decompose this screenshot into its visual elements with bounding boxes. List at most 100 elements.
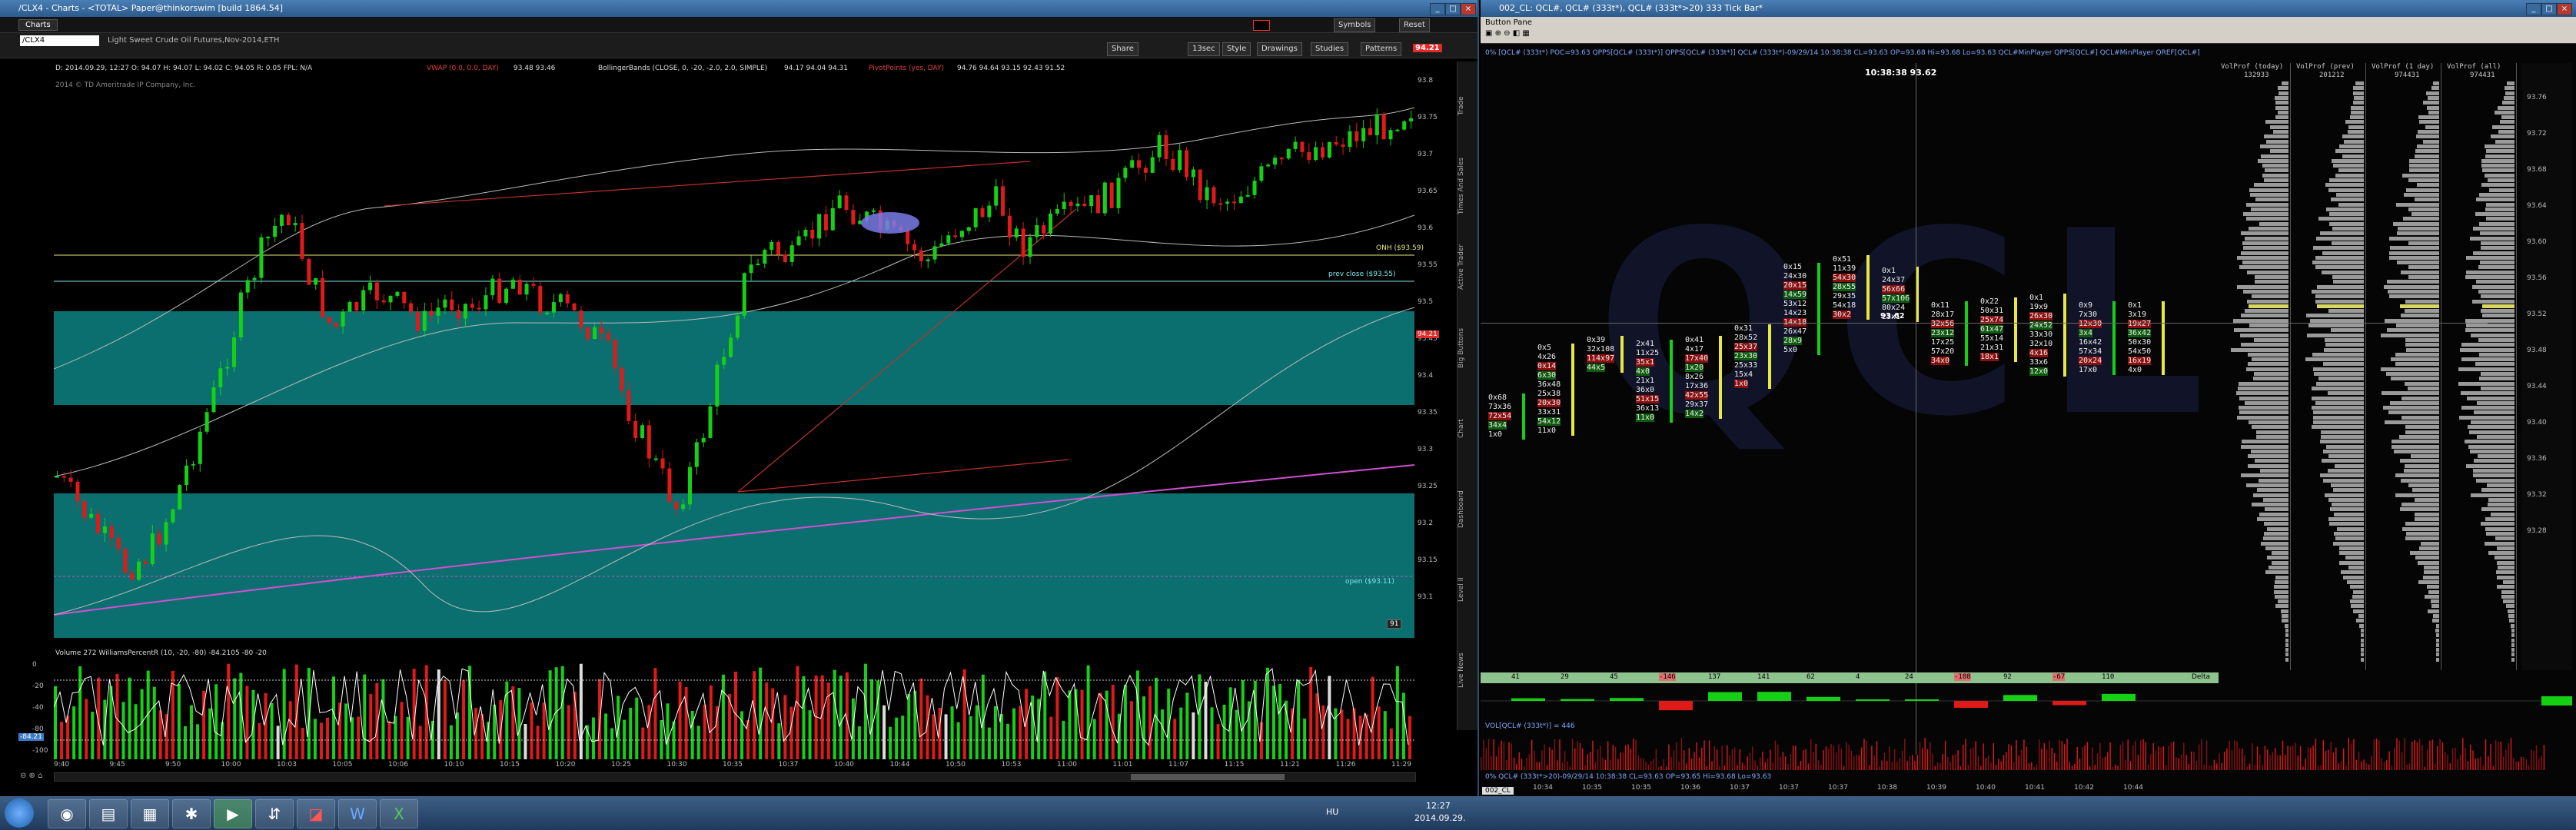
- fp-time-axis: 10:34 10:35 10:35 10:36 10:37 10:37 10:37 10:38…: [1481, 784, 2572, 793]
- color-swatch[interactable]: [1253, 20, 1270, 31]
- scroll-thumb[interactable]: [1131, 774, 1285, 780]
- charts-titlebar[interactable]: /CLX4 - Charts - <TOTAL> Paper@thinkorsw…: [0, 0, 1477, 17]
- start-orb-icon[interactable]: [5, 798, 34, 828]
- excel-icon[interactable]: X: [380, 799, 418, 828]
- patterns-button[interactable]: Patterns: [1361, 42, 1402, 56]
- chart-scrollbar[interactable]: [54, 772, 1416, 782]
- files-icon[interactable]: ▦: [131, 799, 169, 828]
- app-icon[interactable]: ✱: [172, 799, 211, 828]
- volprof-bar: [2470, 420, 2515, 424]
- clock-time[interactable]: 12:27: [1426, 801, 1451, 811]
- chrome-icon[interactable]: ◉: [48, 799, 86, 828]
- symbol-input[interactable]: /CLX4: [20, 35, 99, 46]
- side-tab[interactable]: Times And Sales: [1458, 150, 1474, 223]
- side-tab[interactable]: Trade: [1458, 69, 1474, 142]
- volprof-bar: [2242, 212, 2288, 217]
- candle-body: [1409, 118, 1414, 121]
- volprof-bar: [2333, 531, 2364, 536]
- style-button[interactable]: Style: [1222, 42, 1251, 56]
- volprof-bar: [2275, 575, 2288, 579]
- language-indicator[interactable]: HU: [1326, 807, 1338, 817]
- time-axis: 9:40 9:45 9:50 10:00 10:03 10:05 10:06 10:10 10:…: [54, 761, 1414, 770]
- fp-volume-bar: [2201, 739, 2202, 770]
- thinkorswim-icon[interactable]: ▶: [214, 799, 252, 828]
- fp-close-button[interactable]: ×: [2557, 3, 2572, 15]
- tab-row: Charts Symbols Reset: [0, 17, 1477, 33]
- price-chart[interactable]: [54, 77, 1414, 638]
- candle-body: [1116, 178, 1121, 208]
- volprof-bar: [2269, 149, 2288, 154]
- volprof-bar: [2475, 212, 2515, 217]
- clock-date[interactable]: 2014.09.29.: [1414, 813, 1465, 823]
- volprof-bar: [2408, 275, 2439, 279]
- tab-charts[interactable]: Charts: [18, 19, 58, 31]
- fp-volume-bar: [1538, 762, 1541, 770]
- footprint-cell: 4x16: [2029, 349, 2049, 357]
- side-tab[interactable]: Chart: [1458, 392, 1474, 465]
- volume-bar: [647, 705, 651, 759]
- fp-volume-bar: [1764, 762, 1766, 770]
- footprint-cell: 114x97: [1587, 354, 1615, 363]
- fp-maximize-button[interactable]: □: [2541, 3, 2557, 15]
- candle-body: [334, 322, 338, 327]
- fp-volume-bar: [2320, 765, 2322, 770]
- side-tab[interactable]: Big Buttons: [1458, 311, 1474, 384]
- volprof-bar: [2361, 642, 2364, 647]
- fp-tool-buttons[interactable]: ▣ ⊕ ⊖ ◧ ▦: [1485, 29, 1530, 38]
- footprint-cell: 54x12: [1537, 417, 1561, 426]
- fp-volume-bar: [2538, 759, 2540, 770]
- fp-volume-bar: [1544, 744, 1545, 770]
- footprint-titlebar[interactable]: 002_CL: QCL#, QCL# (333t*), QCL# (333t*>…: [1481, 0, 2576, 17]
- footprint-grid[interactable]: 0x68 73x36 72x54 34x4 1x0 0x5 4x26 0x14 6x30 36x4…: [1481, 63, 2219, 670]
- volprof-bar: [2353, 101, 2364, 105]
- explorer-icon[interactable]: ▤: [89, 799, 128, 828]
- volume-bar: [351, 717, 354, 759]
- volume-bar: [919, 678, 923, 759]
- fp-volume-bar: [1747, 756, 1748, 770]
- close-button[interactable]: ×: [1461, 3, 1476, 15]
- side-tab[interactable]: Dashboard: [1458, 473, 1474, 546]
- volume-bar: [511, 686, 515, 759]
- word-icon[interactable]: W: [338, 799, 377, 828]
- candle-body: [735, 315, 740, 338]
- fp-minimize-button[interactable]: _: [2526, 3, 2541, 15]
- candle-body: [130, 573, 135, 580]
- fp-volume-bar: [2398, 740, 2400, 770]
- volprof-bar: [2278, 86, 2288, 91]
- studies-button[interactable]: Studies: [1311, 42, 1349, 56]
- red-app-icon[interactable]: ◪: [297, 799, 335, 828]
- tab-002-cl[interactable]: 002_CL: [1482, 787, 1514, 795]
- fp-volume-bar: [1528, 753, 1531, 770]
- fp-volume-bar: [2348, 738, 2349, 770]
- volume-bar: [635, 697, 639, 759]
- volprof-header: VolProf (all): [2447, 63, 2501, 71]
- footprint-cell: 20x15: [1783, 281, 1807, 290]
- minimize-button[interactable]: _: [1430, 3, 1445, 15]
- fp-volume-bar: [2259, 754, 2261, 770]
- fp-volume-bar: [2355, 759, 2357, 770]
- zoom-controls[interactable]: ⊖ ⊕ ⌂: [20, 772, 42, 780]
- fp-volume-bar: [1551, 749, 1553, 770]
- volprof-bar: [2246, 270, 2288, 274]
- side-tab[interactable]: Active Trader: [1458, 231, 1474, 304]
- footprint-cell: 4x17: [1685, 345, 1704, 354]
- side-tab[interactable]: Level II: [1458, 553, 1474, 626]
- volprof-bar: [2334, 463, 2364, 468]
- share-button[interactable]: Share: [1107, 42, 1138, 56]
- reset-button[interactable]: Reset: [1399, 18, 1430, 32]
- drawings-button[interactable]: Drawings: [1257, 42, 1302, 56]
- side-tab[interactable]: Live News: [1458, 634, 1474, 707]
- volume-williams-chart[interactable]: [54, 661, 1414, 759]
- arrow-app-icon[interactable]: ⇵: [255, 799, 294, 828]
- candle-body: [402, 291, 407, 304]
- volprof-bar: [2484, 541, 2515, 546]
- volume-bar: [889, 726, 892, 759]
- volprof-divider: [2290, 63, 2291, 670]
- delta-label: Delta: [2192, 673, 2211, 681]
- label-prev-close: prev close ($93.55): [1328, 271, 1396, 278]
- symbols-button[interactable]: Symbols: [1334, 18, 1376, 32]
- volprof-bar: [2383, 406, 2439, 410]
- fp-volume-bar: [2437, 745, 2438, 770]
- aggregation-button[interactable]: 13sec: [1188, 42, 1220, 56]
- maximize-button[interactable]: □: [1445, 3, 1461, 15]
